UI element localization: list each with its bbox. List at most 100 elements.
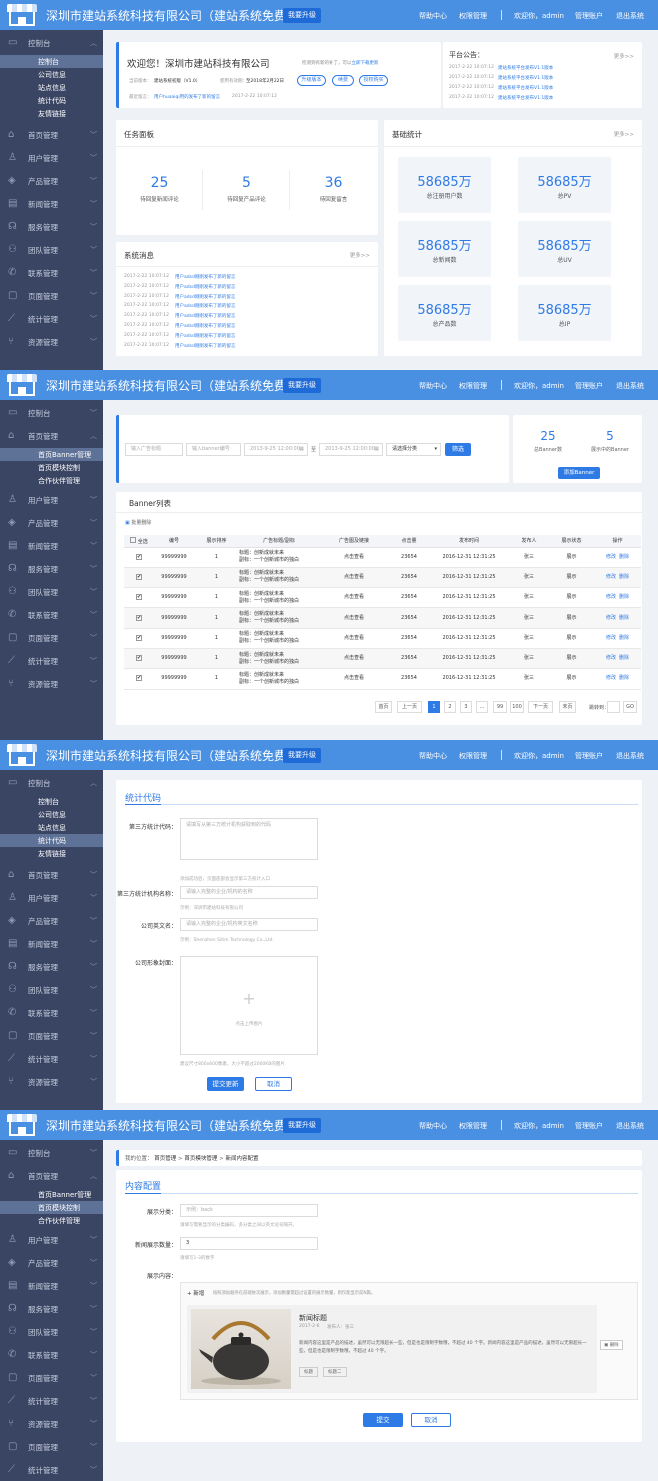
delete-link[interactable]: 删除 [619, 574, 629, 580]
nav-account[interactable]: 管理账户 [575, 381, 603, 391]
buy-license-button[interactable]: 授权购买 [359, 75, 388, 86]
sysmsg-link[interactable]: 用户adsd刚刚发布了新的留言 [175, 313, 235, 319]
sidebar-sub-site[interactable]: 站点信息 [0, 81, 103, 94]
renew-button[interactable]: 续费 [332, 75, 354, 86]
sidebar-item-products[interactable]: ◈ 产品管理 ﹀ [0, 171, 103, 191]
nav-permissions[interactable]: 权限管理 [459, 381, 487, 391]
upgrade-button[interactable]: 我要升级 [283, 748, 321, 763]
breadcrumb-home[interactable]: 首页管理 [154, 1156, 176, 1162]
add-banner-button[interactable]: 添加Banner [558, 467, 600, 479]
view-link[interactable]: 点击查看 [344, 655, 364, 661]
sidebar-item-team[interactable]: ⚇ 团队管理 ﹀ [0, 582, 103, 602]
upgrade-button[interactable]: 我要升级 [283, 378, 321, 393]
sidebar-item-team[interactable]: ⚇ 团队管理 ﹀ [0, 1322, 103, 1342]
add-news-button[interactable]: + 新增 [187, 1289, 204, 1297]
task-count[interactable]: 36 [290, 175, 377, 191]
banner-title-input[interactable]: 输入广告标题 [125, 443, 183, 456]
sidebar-sub-console[interactable]: 控制台 [0, 55, 103, 68]
notice-link[interactable]: 建站系统平台发布V1.1版本 [498, 85, 553, 91]
notice-link[interactable]: 建站系统平台发布V1.1版本 [498, 75, 553, 81]
row-checkbox[interactable]: ✔ [136, 553, 142, 560]
image-upload-box[interactable]: + 点击上传图片 [180, 956, 318, 1055]
sidebar-item-users[interactable]: ♙ 用户管理 ﹀ [0, 1230, 103, 1250]
delete-link[interactable]: 删除 [619, 594, 629, 600]
cancel-button[interactable]: 取消 [411, 1413, 451, 1427]
sidebar-item-dashboard[interactable]: ▭ 控制台 ︿ [0, 773, 103, 793]
sidebar-sub-modules[interactable]: 首页模块控制 [0, 1201, 103, 1214]
sidebar-sub-stats-code[interactable]: 统计代码 [0, 834, 103, 847]
sidebar-item-contact[interactable]: ✆ 联系管理 ﹀ [0, 605, 103, 625]
view-link[interactable]: 点击查看 [344, 675, 364, 681]
sidebar-item-home[interactable]: ⌂ 首页管理 ︿ [0, 1166, 103, 1186]
sidebar-item-contact[interactable]: ✆ 联系管理 ﹀ [0, 263, 103, 283]
sidebar-sub-console[interactable]: 控制台 [0, 795, 103, 808]
view-link[interactable]: 点击查看 [344, 554, 364, 560]
delete-link[interactable]: 删除 [619, 554, 629, 560]
sidebar-item-pages[interactable]: ▢ 页面管理 ﹀ [0, 628, 103, 648]
page-jump-input[interactable] [607, 701, 620, 713]
nav-logout[interactable]: 退出系统 [616, 1121, 644, 1131]
page-go-button[interactable]: GO [623, 701, 637, 713]
edit-link[interactable]: 修改 [606, 635, 616, 641]
task-count[interactable]: 5 [203, 175, 290, 191]
sysmsg-link[interactable]: 用户adsd刚刚发布了新的留言 [175, 343, 235, 349]
nav-logout[interactable]: 退出系统 [616, 11, 644, 21]
sidebar-item-statistics-2[interactable]: ⟋ 统计管理 ﹀ [0, 1460, 103, 1480]
delete-link[interactable]: 删除 [619, 675, 629, 681]
sidebar-item-pages-2[interactable]: ▢ 页面管理 ﹀ [0, 1437, 103, 1457]
sidebar-item-service[interactable]: ☊ 服务管理 ﹀ [0, 957, 103, 977]
page-number[interactable]: 1 [428, 701, 440, 713]
page-last[interactable]: 末页 [559, 701, 576, 713]
sidebar-item-home[interactable]: ⌂ 首页管理 ﹀ [0, 125, 103, 145]
sidebar-sub-company[interactable]: 公司信息 [0, 68, 103, 81]
sidebar-item-pages[interactable]: ▢ 页面管理 ﹀ [0, 286, 103, 306]
sysmsg-link[interactable]: 用户adsd刚刚发布了新的留言 [175, 323, 235, 329]
sidebar-item-statistics[interactable]: ⟋ 统计管理 ﹀ [0, 309, 103, 329]
sidebar-item-products[interactable]: ◈ 产品管理 ﹀ [0, 911, 103, 931]
row-checkbox[interactable]: ✔ [136, 675, 142, 682]
banner-id-input[interactable]: 输入banner编号 [186, 443, 241, 456]
sysmsg-link[interactable]: 用户adsd刚刚发布了新的留言 [175, 294, 235, 300]
nav-permissions[interactable]: 权限管理 [459, 11, 487, 21]
sidebar-item-news[interactable]: ▤ 新闻管理 ﹀ [0, 194, 103, 214]
sidebar-sub-partners[interactable]: 合作伙伴管理 [0, 1214, 103, 1227]
sidebar-item-news[interactable]: ▤ 新闻管理 ﹀ [0, 934, 103, 954]
sidebar-item-resources[interactable]: ⑂ 资源管理 ﹀ [0, 1414, 103, 1434]
nav-help[interactable]: 帮助中心 [419, 381, 447, 391]
sysmsg-link[interactable]: 用户adsd刚刚发布了新的留言 [175, 333, 235, 339]
sidebar-sub-stats-code[interactable]: 统计代码 [0, 94, 103, 107]
page-first[interactable]: 首页 [375, 701, 392, 713]
sidebar-item-contact[interactable]: ✆ 联系管理 ﹀ [0, 1345, 103, 1365]
sidebar-sub-site[interactable]: 站点信息 [0, 821, 103, 834]
sidebar-sub-modules[interactable]: 首页模块控制 [0, 461, 103, 474]
sidebar-item-service[interactable]: ☊ 服务管理 ﹀ [0, 559, 103, 579]
sidebar-item-dashboard[interactable]: ▭ 控制台 ﹀ [0, 403, 103, 423]
row-checkbox[interactable]: ✔ [136, 655, 142, 662]
sidebar-item-dashboard[interactable]: ▭ 控制台 ﹀ [0, 1143, 103, 1163]
sidebar-item-products[interactable]: ◈ 产品管理 ﹀ [0, 1253, 103, 1273]
sidebar-item-dashboard[interactable]: ▭ 控制台 ︿ [0, 33, 103, 53]
stats-more-link[interactable]: 更多>> [614, 130, 634, 138]
edit-link[interactable]: 修改 [606, 655, 616, 661]
delete-link[interactable]: 删除 [619, 655, 629, 661]
edit-link[interactable]: 修改 [606, 615, 616, 621]
nav-logout[interactable]: 退出系统 [616, 381, 644, 391]
filter-button[interactable]: 筛选 [445, 443, 471, 456]
nav-account[interactable]: 管理账户 [575, 1121, 603, 1131]
latest-message-link[interactable]: 用户huaaiqi用的发布了新的留言 [154, 94, 220, 100]
english-name-input[interactable]: 请输入完整的企业/机构英文名称 [180, 918, 318, 931]
sidebar-item-resources[interactable]: ⑂ 资源管理 ﹀ [0, 1072, 103, 1092]
row-checkbox[interactable]: ✔ [136, 594, 142, 601]
page-number[interactable]: 99 [493, 701, 507, 713]
edit-link[interactable]: 修改 [606, 675, 616, 681]
row-checkbox[interactable]: ✔ [136, 634, 142, 641]
submit-update-button[interactable]: 提交更新 [207, 1077, 244, 1091]
sidebar-item-products[interactable]: ◈ 产品管理 ﹀ [0, 513, 103, 533]
select-all-header[interactable]: 全选 [124, 535, 154, 548]
view-link[interactable]: 点击查看 [344, 574, 364, 580]
page-prev[interactable]: 上一页 [397, 701, 422, 713]
sidebar-item-service[interactable]: ☊ 服务管理 ﹀ [0, 1299, 103, 1319]
sidebar-sub-links[interactable]: 友情链接 [0, 847, 103, 860]
sidebar-item-statistics[interactable]: ⟋ 统计管理 ﹀ [0, 1391, 103, 1411]
sidebar-sub-company[interactable]: 公司信息 [0, 808, 103, 821]
